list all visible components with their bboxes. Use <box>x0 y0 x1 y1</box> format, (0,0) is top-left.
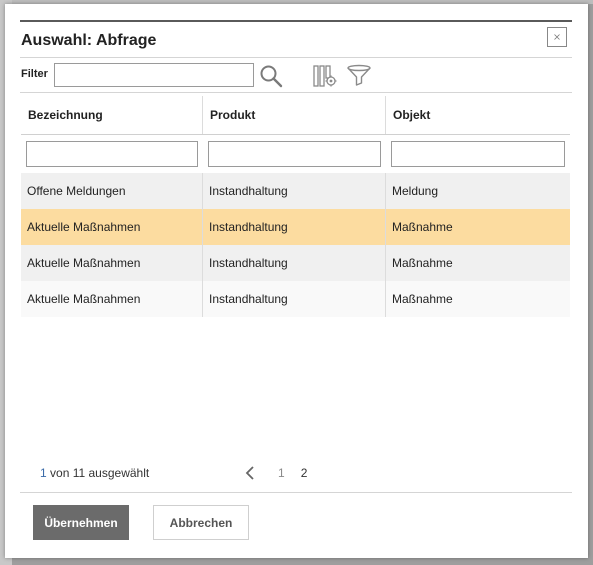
column-settings-icon <box>313 65 337 87</box>
pagination: 1 2 <box>242 464 323 482</box>
toolbar-separator <box>20 92 572 93</box>
column-header-produkt[interactable]: Produkt <box>203 96 386 134</box>
column-filter-produkt[interactable] <box>208 141 381 167</box>
dialog-title: Auswahl: Abfrage <box>21 32 157 49</box>
cell-objekt: Maßnahme <box>392 292 453 306</box>
close-icon <box>554 34 560 40</box>
page-link-2[interactable]: 2 <box>301 466 308 480</box>
column-filter-row <box>21 135 570 173</box>
title-separator <box>20 57 572 58</box>
chevron-left-icon <box>245 466 254 480</box>
apply-button[interactable]: Übernehmen <box>33 505 129 540</box>
title-rule <box>20 20 572 22</box>
filter-input[interactable] <box>54 63 254 87</box>
cancel-button[interactable]: Abbrechen <box>153 505 249 540</box>
column-settings-button[interactable] <box>311 63 339 89</box>
search-icon <box>260 65 283 88</box>
cell-objekt: Meldung <box>392 184 439 198</box>
funnel-icon <box>347 64 371 86</box>
column-header-bezeichnung[interactable]: Bezeichnung <box>21 96 203 134</box>
column-filter-bezeichnung[interactable] <box>26 141 198 167</box>
cell-objekt: Maßnahme <box>392 220 453 234</box>
selection-count-label: von 11 ausgewählt <box>50 466 150 480</box>
column-filter-objekt[interactable] <box>391 141 565 167</box>
previous-page-button[interactable] <box>242 464 258 482</box>
column-filter-cell <box>386 135 570 173</box>
table-row[interactable]: Aktuelle Maßnahmen Instandhaltung Maßnah… <box>21 281 570 317</box>
selection-table: Bezeichnung Produkt Objekt Offene Meldun… <box>21 96 570 317</box>
cell-objekt: Maßnahme <box>392 256 453 270</box>
cell-produkt: Instandhaltung <box>203 173 386 209</box>
close-button[interactable] <box>547 27 567 47</box>
page-link-1[interactable]: 1 <box>278 466 285 480</box>
cell-bezeichnung: Aktuelle Maßnahmen <box>21 245 203 281</box>
cell-bezeichnung: Offene Meldungen <box>21 173 203 209</box>
table-header: Bezeichnung Produkt Objekt <box>21 96 570 135</box>
cell-bezeichnung: Aktuelle Maßnahmen <box>21 281 203 317</box>
column-filter-cell <box>203 135 386 173</box>
selection-count: 1 von 11 ausgewählt <box>40 466 149 480</box>
cell-produkt: Instandhaltung <box>203 281 386 317</box>
selected-count-value: 1 <box>40 466 47 480</box>
column-filter-cell <box>21 135 203 173</box>
table-row-selected[interactable]: Aktuelle Maßnahmen Instandhaltung Maßnah… <box>21 209 570 245</box>
footer-separator <box>20 492 572 493</box>
table-row[interactable]: Offene Meldungen Instandhaltung Meldung <box>21 173 570 209</box>
selection-dialog: Auswahl: Abfrage Filter Bezeichnung Prod… <box>5 4 588 558</box>
cell-produkt: Instandhaltung <box>203 209 386 245</box>
search-button[interactable] <box>258 63 284 89</box>
filter-label: Filter <box>21 68 48 80</box>
filter-settings-button[interactable] <box>345 63 373 89</box>
cell-bezeichnung: Aktuelle Maßnahmen <box>21 209 203 245</box>
column-header-objekt[interactable]: Objekt <box>386 96 570 134</box>
table-row[interactable]: Aktuelle Maßnahmen Instandhaltung Maßnah… <box>21 245 570 281</box>
cell-produkt: Instandhaltung <box>203 245 386 281</box>
